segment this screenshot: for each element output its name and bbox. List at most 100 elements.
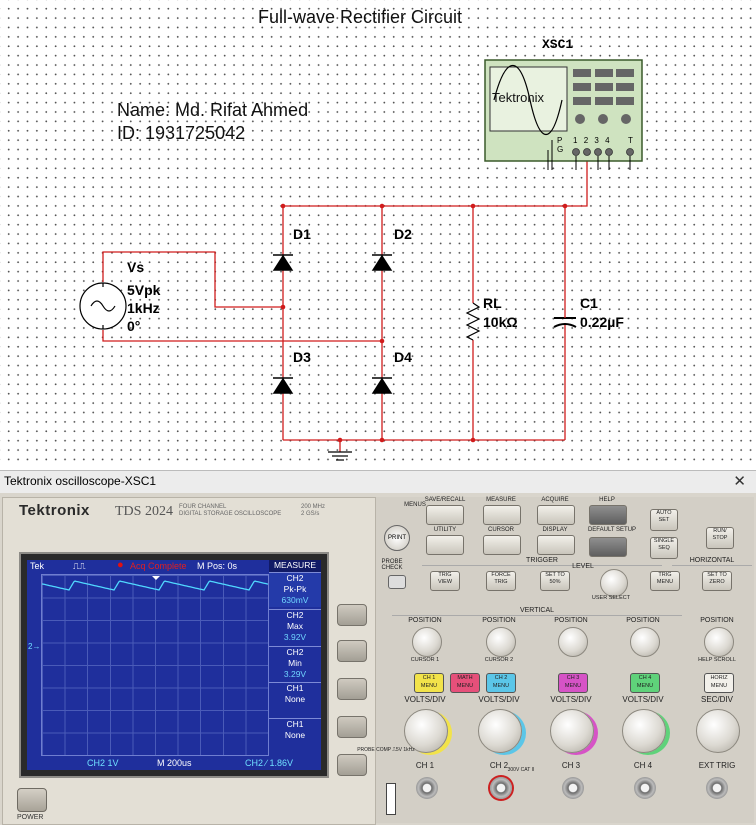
force-trig-button[interactable]: FORCE TRIG (486, 571, 516, 591)
circuit-wiring (79, 59, 643, 461)
display-button[interactable] (537, 535, 575, 555)
close-button[interactable]: ✕ (733, 472, 746, 490)
acquire-label: ACQUIRE (541, 497, 569, 503)
default-setup-label: DEFAULT SETUP (587, 527, 637, 533)
measure-button[interactable] (483, 505, 521, 525)
cursor-label: CURSOR (487, 527, 514, 533)
ext-trig-connector[interactable] (706, 777, 728, 799)
screen-option-button-4[interactable] (337, 716, 367, 738)
schematic-canvas[interactable]: Full-wave Rectifier Circuit Name: Md. Ri… (0, 0, 756, 466)
oscilloscope-face: Tektronix TDS 2024 FOUR CHANNEL DIGITAL S… (0, 493, 756, 825)
horizontal-position: M Pos: 0s (197, 561, 238, 571)
help-scroll-label: HELP SCROLL (698, 657, 736, 663)
trigger-status-icon: ⎍⎍ (73, 561, 86, 571)
scope-model-sub: FOUR CHANNEL DIGITAL STORAGE OSCILLOSCOPE (179, 504, 282, 517)
scope-screen: Tek ⎍⎍ ● Acq Complete M Pos: 0s 2→ MEASU… (27, 559, 321, 770)
power-label: POWER (17, 814, 44, 821)
trig-view-button[interactable]: TRIG VIEW (430, 571, 460, 591)
save-recall-label: SAVE/RECALL (424, 497, 466, 503)
ch2-volts-div-label: VOLTS/DIV (478, 695, 520, 704)
measure-menu: MEASURE CH2 Pk-Pk 630mV CH2 Max 3.92V CH2 Min… (269, 560, 321, 754)
source-frequency: 1kHz (127, 300, 160, 316)
ch3-position-knob[interactable] (558, 627, 588, 657)
timebase: M 200us (157, 758, 192, 768)
default-setup-button[interactable] (589, 537, 627, 557)
probe-check-button[interactable] (388, 575, 406, 589)
vertical-section-title: VERTICAL (392, 607, 682, 616)
screen-option-button-5[interactable] (337, 754, 367, 776)
save-recall-button[interactable] (426, 505, 464, 525)
horiz-menu-button[interactable]: HORIZ MENU (704, 673, 734, 693)
measure-slot-5: CH1 None (269, 718, 321, 753)
ch4-input-connector[interactable] (634, 777, 656, 799)
set-to-50-button[interactable]: SET TO 50% (540, 571, 570, 591)
probe-check-label: PROBE CHECK (381, 559, 403, 571)
set-to-zero-button[interactable]: SET TO ZERO (702, 571, 732, 591)
screen-option-button-2[interactable] (337, 640, 367, 662)
ch1-input-label: CH 1 (415, 761, 435, 770)
screen-bezel: Tek ⎍⎍ ● Acq Complete M Pos: 0s 2→ MEASU… (19, 552, 329, 778)
source-phase: 0° (127, 318, 141, 334)
scope-pin-labels: PG (557, 136, 564, 154)
probe-comp-terminal[interactable] (386, 783, 396, 815)
help-label: HELP (599, 497, 615, 503)
screen-footer: CH2 1V M 200us CH2 ∕ 1.86V (27, 756, 321, 770)
trigger-level-knob[interactable] (600, 569, 628, 597)
measure-slot-2: CH2 Max 3.92V (269, 609, 321, 644)
ch2-menu-button[interactable]: CH 2 MENU (486, 673, 516, 693)
single-seq-button[interactable]: SINGLE SEQ (650, 537, 678, 559)
ch4-position-label: POSITION (626, 617, 660, 624)
math-menu-button[interactable]: MATH MENU (450, 673, 480, 693)
diode-d2-label: D2 (394, 226, 412, 242)
scope-brand: Tektronix (19, 502, 90, 519)
cat-rating-label: 300V CAT II (507, 767, 535, 773)
trigger-level: CH2 ∕ 1.86V (245, 758, 294, 768)
scope-control-panel: PRINT PROBE CHECK MENUS SAVE/RECALL MEAS… (357, 497, 754, 823)
acq-status: Acq Complete (130, 561, 187, 571)
cursor-button[interactable] (483, 535, 521, 555)
ch2-input-connector[interactable] (490, 777, 512, 799)
measure-slot-4: CH1 None (269, 682, 321, 717)
ch3-position-label: POSITION (554, 617, 588, 624)
ch2-position-knob[interactable] (486, 627, 516, 657)
sec-div-knob[interactable] (696, 709, 740, 753)
ch4-volts-div-knob[interactable] (622, 709, 666, 753)
autoset-button[interactable]: AUTO SET (650, 509, 678, 531)
trigger-section-title: TRIGGER (422, 557, 662, 566)
oscilloscope-window: Tektronix oscilloscope-XSC1 ✕ Tektronix … (0, 470, 756, 825)
ch3-volts-div-knob[interactable] (550, 709, 594, 753)
resistor-name: RL (483, 295, 502, 311)
ch4-menu-button[interactable]: CH 4 MENU (630, 673, 660, 693)
help-button[interactable] (589, 505, 627, 525)
capacitor-name: C1 (580, 295, 598, 311)
ch2-waveform (42, 576, 268, 591)
ch1-input-connector[interactable] (416, 777, 438, 799)
ch2-volts-div-knob[interactable] (478, 709, 522, 753)
screen-option-button-1[interactable] (337, 604, 367, 626)
utility-button[interactable] (426, 535, 464, 555)
ch1-volts-div-label: VOLTS/DIV (404, 695, 446, 704)
ext-trig-label: EXT TRIG (698, 761, 736, 770)
horizontal-section-title: HORIZONTAL (672, 557, 752, 566)
trigger-position-marker (152, 576, 160, 580)
ch1-position-label: POSITION (408, 617, 442, 624)
source-name: Vs (127, 259, 145, 275)
run-stop-button[interactable]: RUN/ STOP (706, 527, 734, 549)
capacitor-value: 0.22µF (580, 314, 624, 330)
ch3-menu-button[interactable]: CH 3 MENU (558, 673, 588, 693)
power-button[interactable] (17, 788, 47, 812)
acquire-button[interactable] (537, 505, 575, 525)
screen-option-button-3[interactable] (337, 678, 367, 700)
ch1-menu-button[interactable]: CH 1 MENU (414, 673, 444, 693)
horizontal-position-knob[interactable] (704, 627, 734, 657)
scope-model: TDS 2024 (115, 504, 173, 519)
trig-menu-button[interactable]: TRIG MENU (650, 571, 680, 591)
ch4-position-knob[interactable] (630, 627, 660, 657)
cursor1-label: CURSOR 1 (410, 657, 440, 663)
ch1-position-knob[interactable] (412, 627, 442, 657)
ch2-scale: CH2 1V (87, 758, 119, 768)
utility-label: UTILITY (433, 527, 457, 533)
print-button[interactable]: PRINT (384, 525, 410, 551)
display-label: DISPLAY (542, 527, 568, 533)
ch3-input-connector[interactable] (562, 777, 584, 799)
